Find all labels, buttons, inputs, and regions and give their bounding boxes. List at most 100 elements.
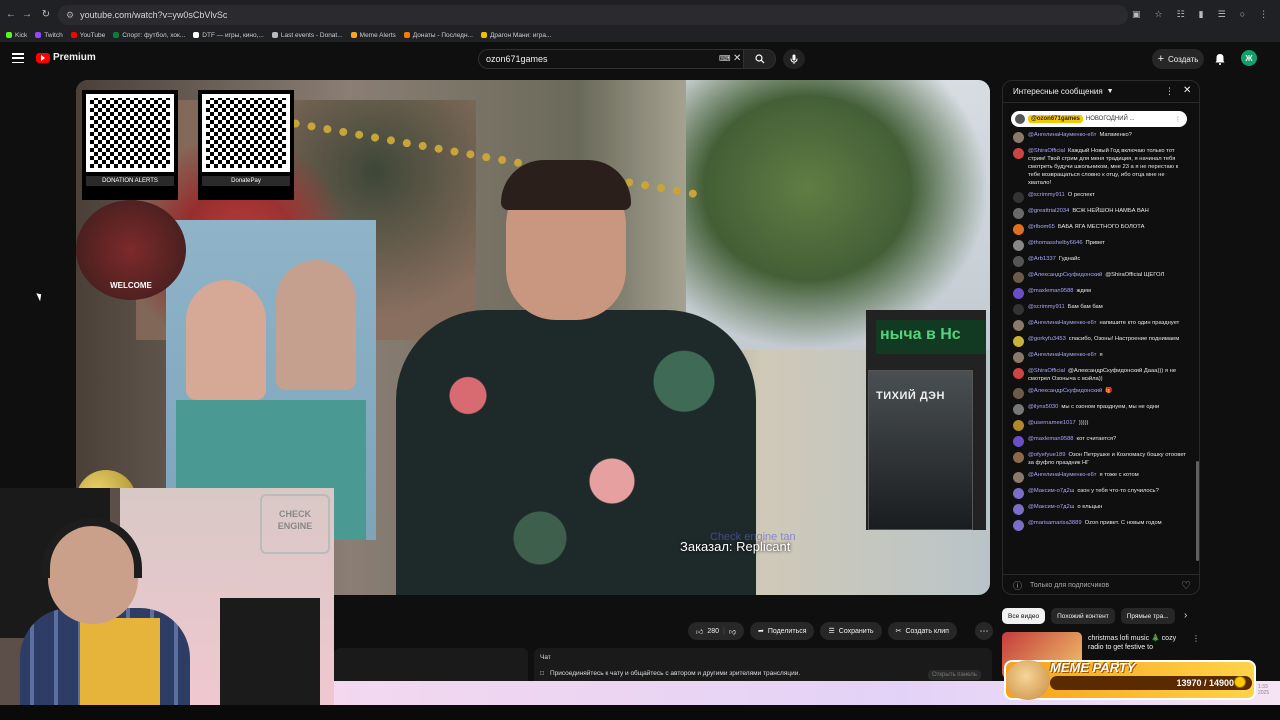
sidebar-icon[interactable]: ▮ — [1199, 9, 1204, 20]
chat-message[interactable]: @АнгелинаНауменко-е6т я — [1003, 349, 1195, 365]
clip-label: Создать клип — [905, 627, 949, 635]
chat-text: спасибо, Озоны! Настроение поднимаем — [1068, 336, 1180, 342]
chat-message[interactable]: @rlbom65 БАБА ЯГА МЕСТНОГО БОЛОТА — [1003, 221, 1195, 237]
menu-icon[interactable]: ⋮ — [1259, 9, 1268, 20]
chat-strip-info: □ Присоединяйтесь к чату и общайтесь с а… — [540, 670, 800, 677]
search-button[interactable] — [744, 49, 776, 69]
info-icon: ⓘ — [1013, 581, 1023, 591]
chat-message[interactable]: @thomasshelby6646 Привет — [1003, 237, 1195, 253]
chat-message[interactable]: @Максим-о7д2ш озон у тебя что-то случилос… — [1003, 485, 1195, 501]
chat-username: @ShiraOfficial — [1028, 148, 1066, 154]
like-count: 280 — [707, 627, 720, 635]
clear-search-icon[interactable]: ✕ — [733, 53, 741, 64]
chat-scrollbar[interactable] — [1196, 461, 1199, 561]
chat-message[interactable]: @scrimmy911 Бам бам бам — [1003, 301, 1195, 317]
bookmark-item[interactable]: DTF — игры, кино,... — [193, 32, 264, 39]
chat-message[interactable]: @gorkyfu3453 спасибо, Озоны! Настроение п… — [1003, 333, 1195, 349]
chat-message[interactable]: @marisamarisa3889 Ozon привет. С новым го… — [1003, 517, 1195, 533]
site-info-icon[interactable]: ⚙ — [66, 10, 74, 21]
share-button[interactable]: ➦ Поделиться — [749, 622, 815, 640]
chat-message[interactable]: @ShiraOfficial Каждый Новый Год включаю т… — [1003, 145, 1195, 189]
recommended-title[interactable]: christmas lofi music 🎄 cozy radio to get… — [1088, 634, 1188, 652]
clip-button[interactable]: ✂ Создать клип — [887, 622, 957, 640]
chip-related[interactable]: Похожий контент — [1051, 608, 1115, 624]
chat-username: @usernamee1017 — [1028, 420, 1076, 426]
youtube-logo[interactable]: Premium — [36, 52, 96, 63]
translate-icon[interactable]: ☰ — [1218, 9, 1226, 20]
chat-message[interactable]: @ilyns5030 мы с озоном празднуем, мы не о… — [1003, 401, 1195, 417]
chat-message[interactable]: @Максим-о7д2ш о ельцын — [1003, 501, 1195, 517]
open-panel-button[interactable]: Открыть панель — [928, 670, 981, 680]
coin-icon — [1234, 676, 1246, 688]
chat-message[interactable]: @АнгелинаНауменко-е6т Матвиенко? — [1003, 129, 1195, 145]
chat-mode-label[interactable]: Интересные сообщения — [1013, 87, 1103, 96]
chat-message[interactable]: @maxleman9588 ждем — [1003, 285, 1195, 301]
chat-text: Матвиенко? — [1099, 132, 1132, 138]
chat-text: Ozon привет. С новым годом — [1084, 520, 1162, 526]
chat-avatar — [1013, 452, 1024, 463]
check-engine-sign: CHECK ENGINE — [260, 494, 330, 554]
chat-message[interactable]: @АлександрСкуфидонский 🎁 — [1003, 385, 1195, 401]
chip-live[interactable]: Прямые тра... — [1120, 608, 1175, 624]
like-button[interactable]: 👍︎ 280 | 👎︎ — [688, 622, 744, 640]
bookmark-item[interactable]: YouTube — [70, 32, 105, 39]
chat-message[interactable]: @АлександрСкуфидонский @ShiraOfficial ЩЕГ… — [1003, 269, 1195, 285]
extensions-icon[interactable]: ☷ — [1177, 9, 1185, 20]
bookmark-item[interactable]: Twitch — [35, 32, 63, 39]
chat-text: озон у тебя что-то случилось? — [1077, 488, 1159, 494]
bookmark-item[interactable]: Kick — [6, 32, 27, 39]
bookmark-item[interactable]: Last events - Donat... — [271, 32, 343, 39]
heart-icon[interactable]: ♡ — [1181, 579, 1191, 592]
chat-text: БАБА ЯГА МЕСТНОГО БОЛОТА — [1057, 224, 1145, 230]
profile-icon[interactable]: ○ — [1240, 9, 1245, 20]
save-button[interactable]: ☰ Сохранить — [820, 622, 882, 640]
notifications-button[interactable] — [1212, 50, 1228, 68]
more-actions-button[interactable]: ⋯ — [975, 622, 993, 640]
create-button[interactable]: + Создать — [1152, 49, 1204, 69]
chat-message[interactable]: @maxleman9588 кот считается? — [1003, 433, 1195, 449]
chat-message[interactable]: @scrimmy911 О респект — [1003, 189, 1195, 205]
pinned-message[interactable]: @ozon671games НОВОГОДНИЙ ... ⋮ — [1011, 111, 1187, 127]
avatar-letter: Ж — [1245, 53, 1253, 63]
chat-text: 🎁 — [1105, 388, 1113, 394]
chat-text: мы с озоном празднуем, мы не одни — [1061, 404, 1160, 410]
bookmark-item[interactable]: Драгон Мани: игра... — [480, 32, 551, 39]
chat-avatar — [1013, 224, 1024, 235]
close-chat-icon[interactable]: ✕ — [1183, 85, 1191, 96]
bookmark-item[interactable]: Meme Alerts — [350, 32, 396, 39]
chat-text: ждем — [1076, 288, 1092, 294]
chat-username: @АлександрСкуфидонский — [1028, 388, 1103, 394]
bookmark-item[interactable]: Спорт: футбол, хок... — [113, 32, 185, 39]
chat-input[interactable]: ⓘ Только для подписчиков ♡ — [1003, 574, 1199, 594]
thumbs-down-icon[interactable]: 👎︎ — [729, 627, 736, 636]
forward-icon[interactable]: → — [20, 7, 34, 21]
account-avatar[interactable]: Ж — [1241, 50, 1257, 66]
chat-message[interactable]: @usernamee1017))))) — [1003, 417, 1195, 433]
voice-search-button[interactable] — [783, 49, 805, 69]
chat-message[interactable]: @Arb1337 Гуднайс — [1003, 253, 1195, 269]
chat-more-icon[interactable]: ⋮ — [1165, 86, 1174, 97]
chat-message[interactable]: @ofyefyue189 Озон Петрушке и Козломасу бо… — [1003, 449, 1195, 469]
chevron-right-icon[interactable]: › — [1184, 610, 1194, 622]
book-title: ТИХИЙ ДЭН — [876, 390, 945, 402]
chat-message[interactable]: @АнгелинаНауменко-е6т я тоже с котом — [1003, 469, 1195, 485]
keyboard-icon[interactable]: ⌨ — [719, 54, 731, 63]
recommended-menu-icon[interactable]: ⋮ — [1192, 634, 1200, 643]
back-icon[interactable]: ← — [4, 7, 18, 21]
chip-all-videos[interactable]: Все видео — [1002, 608, 1046, 624]
pinned-more-icon[interactable]: ⋮ — [1175, 116, 1181, 123]
chat-avatar — [1013, 304, 1024, 315]
chevron-down-icon[interactable]: ▼ — [1107, 88, 1114, 95]
bookmark-item[interactable]: Донаты - Последн... — [403, 32, 473, 39]
chat-avatar — [1013, 488, 1024, 499]
cast-icon[interactable]: ▣ — [1132, 9, 1141, 20]
more-icon: ⋯ — [979, 625, 989, 636]
chat-message[interactable]: @ShiraOfficial @АлександрСкуфидонский Даа… — [1003, 365, 1195, 385]
chat-message[interactable]: @АнгелинаНауменко-е6т напишите кто один п… — [1003, 317, 1195, 333]
reload-icon[interactable]: ↻ — [39, 7, 53, 21]
address-bar[interactable]: ⚙ youtube.com/watch?v=yw0sCbVlvSc — [58, 5, 1128, 25]
hamburger-icon[interactable] — [12, 53, 24, 63]
bookmark-star-icon[interactable]: ☆ — [1155, 9, 1163, 20]
search-input[interactable]: ozon671games ⌨ ✕ — [478, 49, 744, 69]
chat-message[interactable]: @greattrial2034 ВСЖ НЕЙШОН НАМБА ВАН — [1003, 205, 1195, 221]
